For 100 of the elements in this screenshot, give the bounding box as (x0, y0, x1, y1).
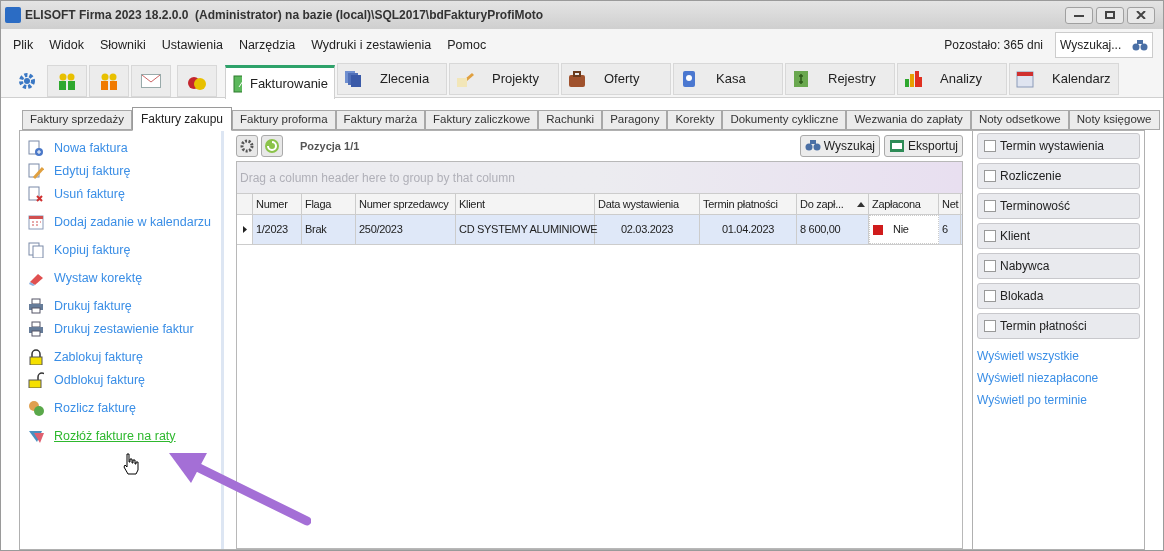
settings-icon (18, 72, 36, 90)
checkbox[interactable] (984, 170, 996, 182)
filter-link[interactable]: Wyświetl niezapłacone (977, 369, 1099, 387)
sub-tab[interactable]: Faktury zaliczkowe (425, 110, 539, 130)
menu-item[interactable]: Ustawienia (153, 35, 231, 55)
filter-link[interactable]: Wyświetl po terminie (977, 391, 1087, 409)
envelope-icon (141, 74, 161, 88)
spreadsheet-icon (888, 139, 905, 153)
checkbox[interactable] (984, 320, 996, 332)
bar-chart-icon (904, 70, 922, 88)
sub-tab[interactable]: Faktury proforma (232, 110, 336, 130)
column-header[interactable]: Data wystawienia (595, 194, 700, 214)
mail-button[interactable] (131, 65, 171, 97)
module-tab[interactable]: Kalendarz (1009, 63, 1119, 95)
action-link[interactable]: Wystaw korektę (54, 268, 143, 288)
employees-button[interactable] (89, 65, 129, 97)
checkbox[interactable] (984, 230, 996, 242)
module-tab[interactable]: Zlecenia (337, 63, 447, 95)
export-button[interactable]: Eksportuj (883, 135, 963, 157)
search-field[interactable]: Wyszukaj... (1055, 32, 1153, 58)
minimize-button[interactable] (1065, 6, 1093, 24)
documents-icon (344, 70, 362, 88)
module-tab[interactable]: Fakturowanie (225, 65, 335, 99)
maximize-button[interactable] (1096, 6, 1124, 24)
position-label: Pozycja 1/1 (300, 138, 360, 154)
action-link[interactable]: Dodaj zadanie w kalendarzu (54, 212, 212, 232)
table-cell: 250/2023 (356, 215, 456, 244)
calendar-icon (1016, 70, 1034, 88)
delete-document-icon (28, 186, 44, 202)
sub-tab[interactable]: Faktury sprzedaży (22, 110, 132, 130)
checkbox[interactable] (984, 260, 996, 272)
people-icon (57, 72, 77, 90)
sub-tab[interactable]: Wezwania do zapłaty (846, 110, 971, 130)
menu-item[interactable]: Widok (41, 35, 92, 55)
checkbox[interactable] (984, 140, 996, 152)
menu-item[interactable]: Narzędzia (230, 35, 304, 55)
column-header[interactable]: Net (939, 194, 961, 214)
menu-item[interactable]: Słowniki (91, 35, 154, 55)
sub-tab[interactable]: Faktury marża (335, 110, 426, 130)
locked-padlock-icon (28, 349, 44, 365)
action-link[interactable]: Drukuj fakturę (54, 296, 132, 316)
column-header[interactable]: Flaga (302, 194, 356, 214)
column-header[interactable]: Termin płatności (700, 194, 797, 214)
sub-tab[interactable]: Faktury zakupu (131, 107, 232, 131)
action-link[interactable]: Zablokuj fakturę (54, 347, 143, 367)
grid-settings-button[interactable] (236, 135, 258, 157)
close-icon (1136, 11, 1146, 19)
filter-toggle[interactable]: Blokada (977, 283, 1140, 309)
action-link[interactable]: Odblokuj fakturę (54, 370, 146, 390)
sub-tab[interactable]: Noty odsetkowe (970, 110, 1069, 130)
column-header[interactable]: Numer (253, 194, 302, 214)
binoculars-icon (1132, 39, 1148, 51)
menu-item[interactable]: Plik (5, 35, 42, 55)
printer-icon (28, 298, 44, 314)
sub-tab[interactable]: Dokumenty cykliczne (722, 110, 847, 130)
column-header[interactable]: Klient (456, 194, 595, 214)
filter-toggle[interactable]: Rozliczenie (977, 163, 1140, 189)
search-button[interactable]: Wyszukaj (799, 135, 880, 157)
sub-tab[interactable]: Rachunki (538, 110, 603, 130)
close-button[interactable] (1127, 6, 1155, 24)
menu-item[interactable]: Pomoc (439, 35, 495, 55)
filter-toggle[interactable]: Termin płatności (977, 313, 1140, 339)
filter-toggle[interactable]: Nabywca (977, 253, 1140, 279)
action-link[interactable]: Edytuj fakturę (54, 161, 131, 181)
action-link[interactable]: Nowa faktura (54, 138, 128, 158)
module-tab[interactable]: Rejestry (785, 63, 895, 95)
module-tab[interactable]: Kasa (673, 63, 783, 95)
table-row[interactable]: 1/2023 Brak 250/2023 CD SYSTEMY ALUMINIOWE 02.03.2023 01.04.2023 8 600,00 Nie 6 (237, 215, 962, 245)
checkbox[interactable] (984, 290, 996, 302)
module-tab[interactable]: Projekty (449, 63, 559, 95)
sub-tab[interactable]: Korekty (667, 110, 723, 130)
group-panel: Drag a column header here to group by that column (237, 162, 962, 193)
action-link[interactable]: Kopiuj fakturę (54, 240, 131, 260)
menu-item[interactable]: Wydruki i zestawienia (303, 35, 440, 55)
money-button[interactable] (177, 65, 217, 97)
filter-link[interactable]: Wyświetl wszystkie (977, 347, 1079, 365)
edit-document-icon (28, 163, 44, 179)
table-cell: Brak (302, 215, 356, 244)
module-tab[interactable]: Oferty (561, 63, 671, 95)
column-header[interactable]: Zapłacona (869, 194, 939, 214)
sort-ascending-icon (857, 201, 865, 207)
search-input[interactable]: Wyszukaj... (1060, 36, 1130, 54)
filter-toggle[interactable]: Klient (977, 223, 1140, 249)
action-link[interactable]: Usuń fakturę (54, 184, 125, 204)
copy-icon (28, 242, 44, 258)
briefcase-icon (568, 70, 586, 88)
sub-tab[interactable]: Noty księgowe (1068, 110, 1160, 130)
window-title: ELISOFT Firma 2023 18.2.0.0 (Administrator) na bazie (local)\SQL2017\bdFakturyProfiMoto (25, 7, 544, 24)
checkbox[interactable] (984, 200, 996, 212)
column-header[interactable]: Do zapł... (797, 194, 869, 214)
sub-tab[interactable]: Paragony (602, 110, 668, 130)
table-cell: 01.04.2023 (700, 215, 797, 244)
contacts-button[interactable] (47, 65, 87, 97)
filter-toggle[interactable]: Termin wystawienia (977, 133, 1140, 159)
action-link[interactable]: Rozlicz fakturę (54, 398, 136, 418)
new-document-icon (28, 140, 44, 156)
column-header[interactable]: Numer sprzedawcy (356, 194, 456, 214)
filter-toggle[interactable]: Terminowość (977, 193, 1140, 219)
module-tab[interactable]: Analizy (897, 63, 1007, 95)
action-link[interactable]: Drukuj zestawienie faktur (54, 319, 194, 339)
